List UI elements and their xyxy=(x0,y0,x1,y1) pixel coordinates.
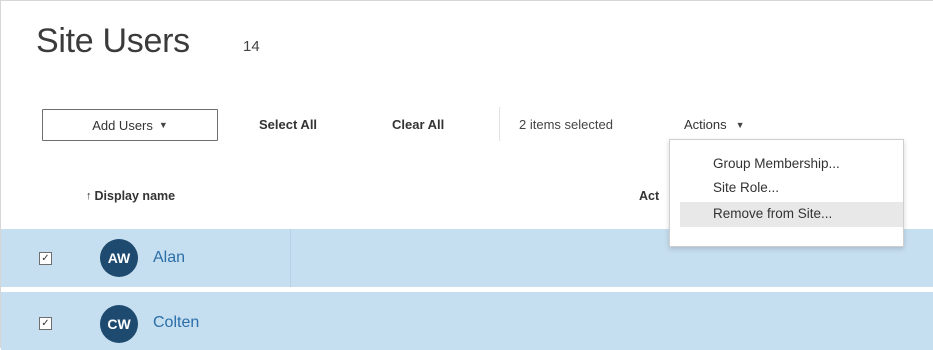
select-all-button[interactable]: Select All xyxy=(259,117,317,132)
clear-all-button[interactable]: Clear All xyxy=(392,117,444,132)
selection-status: 2 items selected xyxy=(519,117,613,132)
checkbox-checked-icon[interactable]: ✓ xyxy=(39,317,52,330)
caret-down-icon: ▼ xyxy=(735,119,745,130)
column-header-display-name[interactable]: ↑ Display name xyxy=(86,189,175,203)
actions-menu: Group Membership... Site Role... Remove … xyxy=(669,139,904,247)
table-row[interactable]: ✓ CW Colten xyxy=(1,292,933,350)
page-title: Site Users xyxy=(36,22,190,60)
menu-item-label: Remove from Site... xyxy=(713,206,833,221)
checkbox-checked-icon[interactable]: ✓ xyxy=(39,252,52,265)
actions-dropdown[interactable]: Actions ▼ xyxy=(684,117,745,132)
menu-item-label: Group Membership... xyxy=(713,156,840,171)
user-name-link[interactable]: Colten xyxy=(153,314,199,332)
menu-item-label: Site Role... xyxy=(713,180,780,195)
user-name-link[interactable]: Alan xyxy=(153,249,185,267)
caret-down-icon: ▼ xyxy=(158,120,168,130)
column-header-actions-partial[interactable]: Act xyxy=(639,189,659,203)
menu-item-remove-from-site[interactable]: Remove from Site... xyxy=(680,202,903,227)
add-users-button[interactable]: Add Users ▼ xyxy=(42,109,218,141)
add-users-label: Add Users xyxy=(92,117,153,133)
avatar: AW xyxy=(100,239,138,277)
menu-item-site-role[interactable]: Site Role... xyxy=(670,176,903,201)
menu-item-group-membership[interactable]: Group Membership... xyxy=(670,152,903,177)
avatar: CW xyxy=(100,305,138,343)
column-header-label: Display name xyxy=(94,189,176,203)
toolbar-divider xyxy=(499,107,500,141)
frame-top-border xyxy=(0,0,933,1)
sort-ascending-icon: ↑ xyxy=(86,190,92,202)
cell-divider xyxy=(290,229,291,287)
actions-label: Actions xyxy=(684,117,727,132)
user-count: 14 xyxy=(243,38,260,55)
